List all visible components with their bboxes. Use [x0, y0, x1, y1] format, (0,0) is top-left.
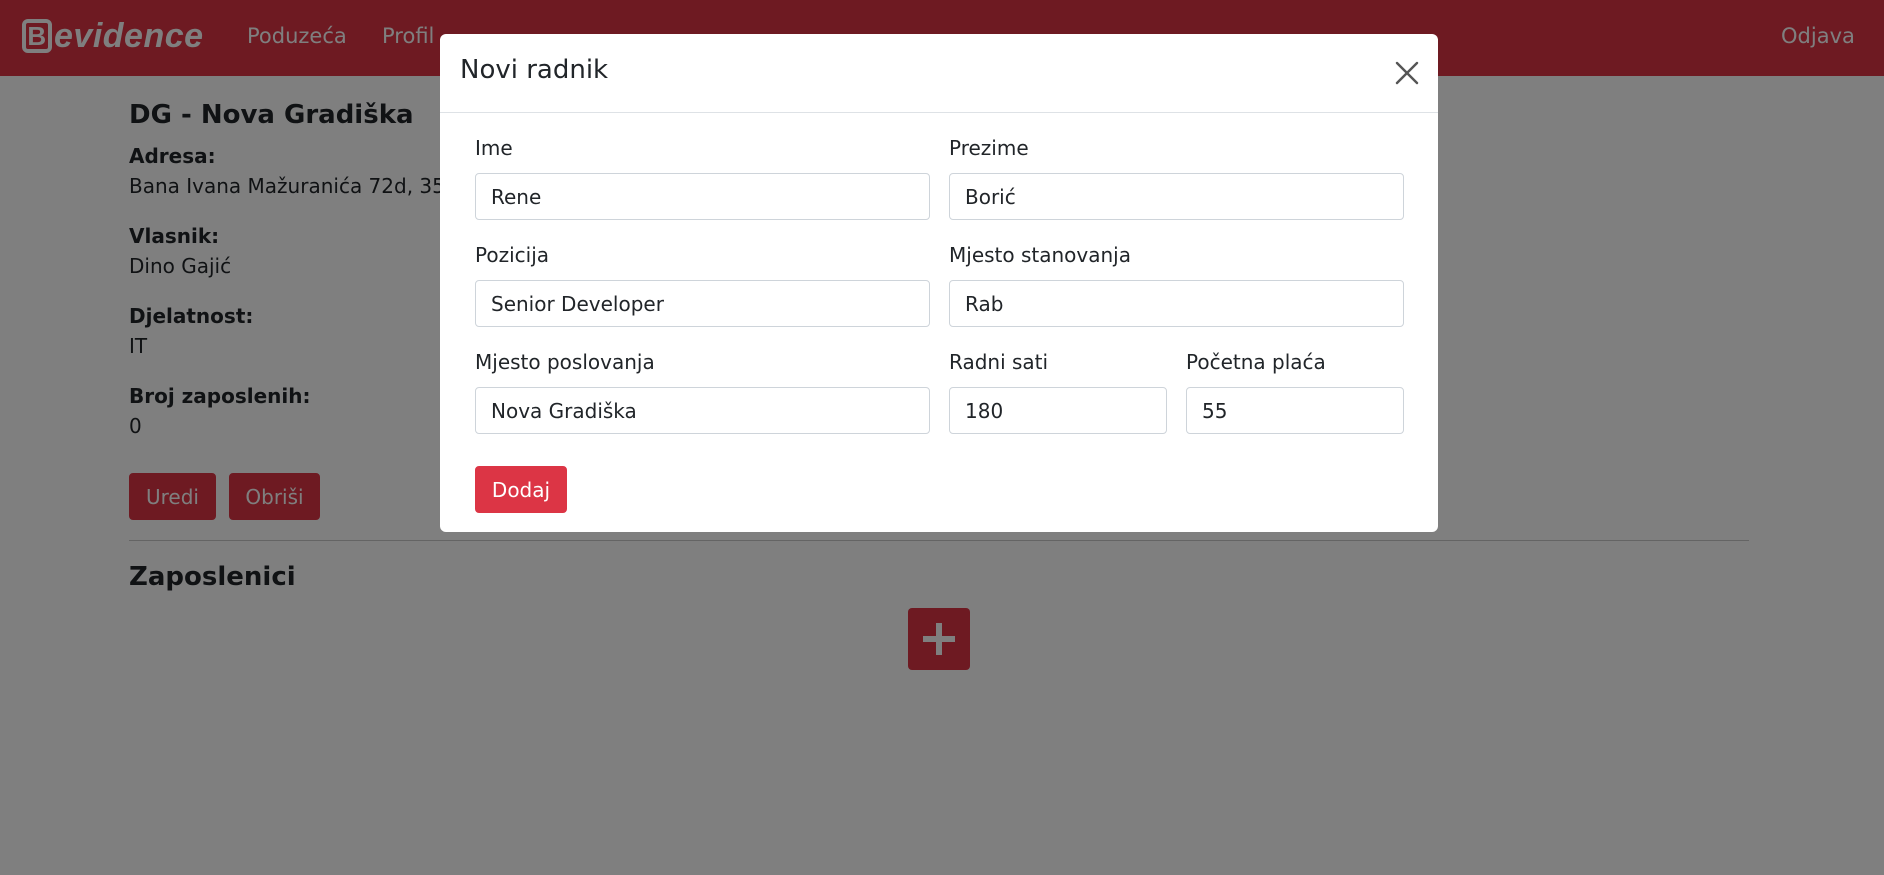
modal-header: Novi radnik [440, 34, 1438, 113]
last-name-label: Prezime [949, 136, 1029, 160]
working-hours-label: Radni sati [949, 350, 1049, 374]
last-name-input[interactable] [949, 173, 1404, 220]
workplace-input[interactable] [475, 387, 930, 434]
workplace-label: Mjesto poslovanja [475, 350, 655, 374]
first-name-label: Ime [475, 136, 513, 160]
residence-input[interactable] [949, 280, 1404, 327]
modal-title: Novi radnik [460, 55, 609, 85]
starting-salary-input[interactable] [1186, 387, 1404, 434]
add-submit-button[interactable]: Dodaj [475, 466, 567, 513]
new-employee-modal: Novi radnik Ime Prezime Pozicija Mjesto … [440, 34, 1438, 532]
working-hours-input[interactable] [949, 387, 1167, 434]
position-input[interactable] [475, 280, 930, 327]
starting-salary-label: Početna plaća [1186, 350, 1326, 374]
residence-label: Mjesto stanovanja [949, 243, 1131, 267]
close-icon[interactable] [1394, 60, 1420, 86]
first-name-input[interactable] [475, 173, 930, 220]
position-label: Pozicija [475, 243, 550, 267]
